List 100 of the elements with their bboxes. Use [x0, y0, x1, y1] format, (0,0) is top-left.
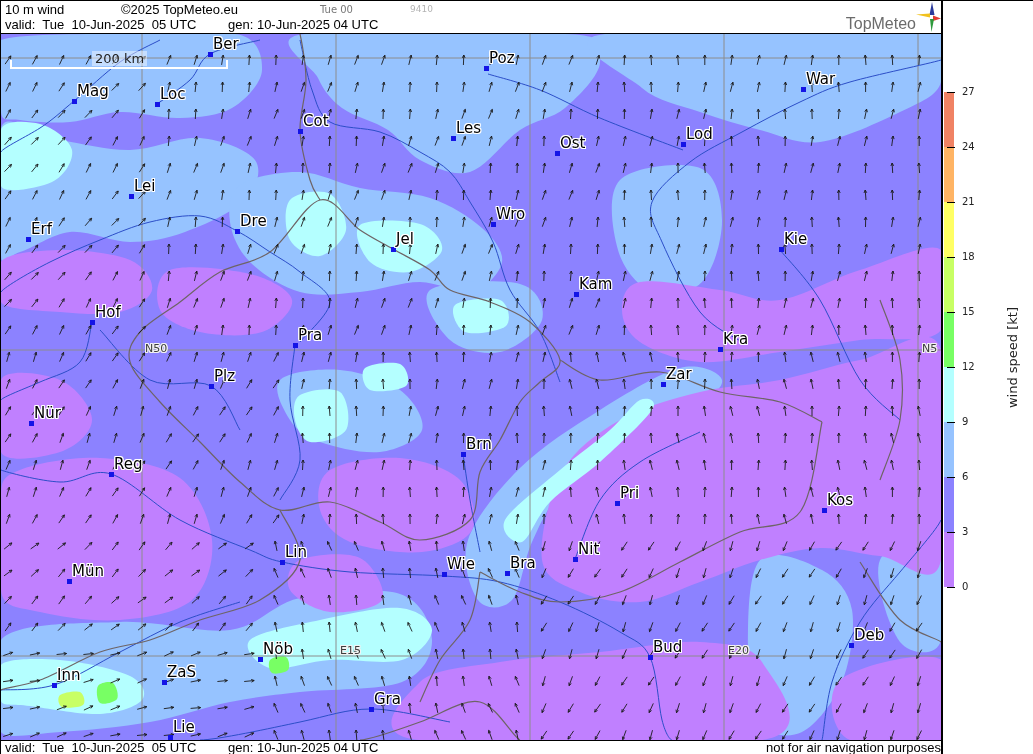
- city-marker-icon: [67, 579, 72, 584]
- scale-label: 200 km: [92, 51, 148, 66]
- gridline-label: E20: [728, 645, 749, 657]
- tick-mark: [947, 256, 955, 258]
- city-marker-icon: [129, 194, 134, 199]
- city-marker-icon: [235, 229, 240, 234]
- city-label: Hof: [95, 304, 121, 320]
- tick-mark: [947, 201, 955, 203]
- legend-tick-label: 15: [962, 306, 975, 318]
- city-label: Ost: [560, 135, 586, 151]
- tick-mark: [947, 91, 955, 93]
- city-label: Reg: [114, 456, 143, 472]
- legend-tick-label: 9: [962, 416, 969, 428]
- city-marker-icon: [718, 347, 723, 352]
- city-label: Lie: [173, 719, 195, 735]
- city-marker-icon: [822, 508, 827, 513]
- city-label: Nöb: [263, 641, 293, 657]
- gridline-label: N50: [145, 343, 168, 355]
- tick-mark: [947, 146, 955, 148]
- legend-tick-label: 24: [962, 141, 975, 153]
- code-label: 9410: [410, 4, 433, 15]
- city-label: Kie: [784, 231, 808, 247]
- city-label: Nit: [578, 541, 600, 557]
- city-label: Cot: [303, 113, 329, 129]
- city-label: Mag: [77, 83, 109, 99]
- run-label: Tue 00: [320, 3, 353, 16]
- city-label: Bra: [510, 555, 536, 571]
- logo-text: TopMeteo: [845, 15, 916, 32]
- city-marker-icon: [369, 707, 374, 712]
- city-label: Nür: [34, 405, 61, 421]
- city-marker-icon: [491, 222, 496, 227]
- city-marker-icon: [52, 683, 57, 688]
- legend-tick-label: 18: [962, 251, 975, 263]
- compass-star-icon: [916, 2, 941, 32]
- city-marker-icon: [779, 247, 784, 252]
- city-marker-icon: [208, 52, 213, 57]
- city-label: Wie: [447, 556, 475, 572]
- city-marker-icon: [29, 421, 34, 426]
- legend-tick-label: 3: [962, 526, 969, 538]
- city-label: Kam: [579, 276, 613, 292]
- city-marker-icon: [661, 382, 666, 387]
- city-label: Plz: [214, 368, 236, 384]
- city-marker-icon: [298, 129, 303, 134]
- city-marker-icon: [280, 560, 285, 565]
- city-label: Lin: [285, 544, 308, 560]
- city-label: Pra: [298, 327, 323, 343]
- city-marker-icon: [573, 557, 578, 562]
- city-marker-icon: [451, 136, 456, 141]
- city-label: Ber: [213, 36, 239, 52]
- city-marker-icon: [26, 237, 31, 242]
- city-marker-icon: [155, 102, 160, 107]
- city-label: Les: [456, 120, 482, 136]
- city-label: Zar: [666, 366, 692, 382]
- city-label: Kra: [723, 331, 749, 347]
- city-label: Erf: [31, 221, 52, 237]
- city-marker-icon: [258, 657, 263, 662]
- tick-mark: [947, 531, 955, 533]
- chart-title: 10 m wind: [5, 2, 65, 17]
- generated-time: gen: 10-Jun-2025 04 UTC: [228, 741, 379, 754]
- city-label: ZaS: [167, 664, 196, 680]
- legend-tick-label: 0: [962, 581, 969, 593]
- city-label: Gra: [374, 691, 401, 707]
- city-label: Wro: [496, 206, 526, 222]
- city-label: Dre: [240, 213, 267, 229]
- copyright-text: ©2025 TopMeteo.eu: [121, 2, 239, 17]
- city-marker-icon: [168, 735, 173, 740]
- legend-tick-label: 6: [962, 471, 969, 483]
- city-marker-icon: [849, 643, 854, 648]
- city-marker-icon: [648, 655, 653, 660]
- city-label: Pri: [620, 485, 640, 501]
- valid-time: valid: Tue 10-Jun-2025 05 UTC: [5, 17, 197, 32]
- city-label: Kos: [827, 492, 854, 508]
- city-marker-icon: [461, 452, 466, 457]
- city-marker-icon: [801, 87, 806, 92]
- tick-mark: [947, 476, 955, 478]
- legend-tick-label: 27: [962, 86, 975, 98]
- city-label: Bud: [653, 639, 683, 655]
- city-marker-icon: [90, 320, 95, 325]
- city-marker-icon: [555, 151, 560, 156]
- disclaimer-text: not for air navigation purposes: [766, 741, 941, 754]
- city-label: Lei: [134, 178, 156, 194]
- city-label: Loc: [160, 86, 186, 102]
- city-label: Mün: [72, 563, 104, 579]
- city-label: Inn: [57, 667, 81, 683]
- gridline-label: N5: [922, 343, 938, 355]
- generated-time: gen: 10-Jun-2025 04 UTC: [228, 17, 379, 32]
- legend-tick-label: 21: [962, 196, 975, 208]
- city-label: Lod: [686, 126, 713, 142]
- city-label: War: [806, 71, 836, 87]
- city-label: Jel: [396, 231, 414, 247]
- city-marker-icon: [209, 384, 214, 389]
- city-label: Brn: [466, 436, 492, 452]
- city-marker-icon: [72, 99, 77, 104]
- city-marker-icon: [391, 247, 396, 252]
- city-marker-icon: [681, 142, 686, 147]
- city-marker-icon: [293, 343, 298, 348]
- city-label: Deb: [854, 627, 885, 643]
- tick-mark: [947, 586, 955, 588]
- tick-mark: [947, 421, 955, 423]
- legend-tick-label: 12: [962, 361, 975, 373]
